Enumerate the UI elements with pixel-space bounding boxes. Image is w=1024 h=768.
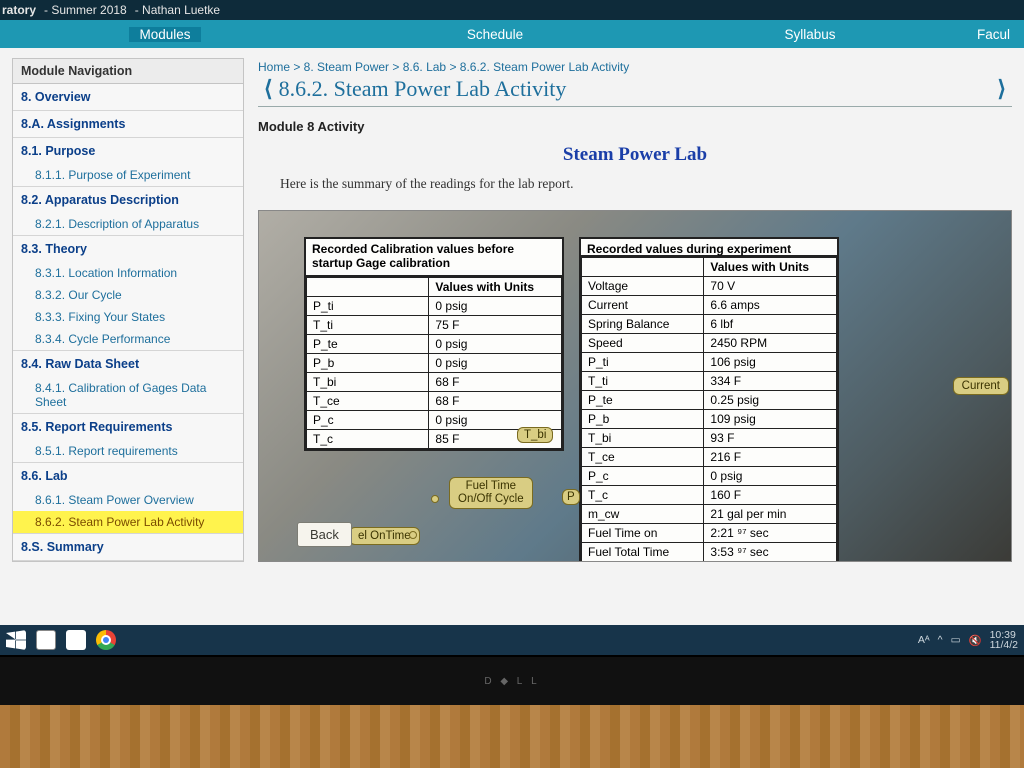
table-row: T_ti75 F [307,316,562,335]
callout-fuel-time[interactable]: Fuel Time On/Off Cycle [449,477,533,509]
sidebar-section[interactable]: 8.S. Summary [13,534,243,560]
sidebar-item[interactable]: 8.5.1. Report requirements [13,440,243,462]
chrome-icon[interactable] [96,630,116,650]
page-header: ⟨ 8.6.2. Steam Power Lab Activity ⟩ [258,76,1012,107]
sidebar-item[interactable]: 8.4.1. Calibration of Gages Data Sheet [13,377,243,413]
table-row: Voltage70 V [582,277,837,296]
table-row: P_c0 psig [582,467,837,486]
taskbar-tray[interactable]: Aᴬ ^ ▭ 🔇 10:39 11/4/2 [918,630,1018,651]
table-row: T_c160 F [582,486,837,505]
sidebar-item[interactable]: 8.3.3. Fixing Your States [13,306,243,328]
experiment-table: Values with UnitsVoltage70 VCurrent6.6 a… [581,257,837,562]
table-row: Fuel Total Time3:53 ⁹⁷ sec [582,543,837,562]
sidebar-section[interactable]: 8.3. Theory [13,236,243,262]
callout-current[interactable]: Current [953,377,1009,395]
table-row: P_b0 psig [307,354,562,373]
intro-text: Here is the summary of the readings for … [280,176,1012,192]
sidebar-section[interactable]: 8.A. Assignments [13,111,243,137]
table-row: P_te0.25 psig [582,391,837,410]
table-row: P_te0 psig [307,335,562,354]
breadcrumb[interactable]: Home > 8. Steam Power > 8.6. Lab > 8.6.2… [258,58,1012,76]
calibration-table: Values with UnitsP_ti0 psigT_ti75 FP_te0… [306,277,562,449]
media-icon[interactable] [66,630,86,650]
module-activity-label: Module 8 Activity [258,119,1012,134]
tray-accessibility-icon[interactable]: Aᴬ [918,634,930,646]
table-row: T_ce216 F [582,448,837,467]
experiment-table-title: Recorded values during experiment [581,239,837,257]
tray-volume-icon[interactable]: 🔇 [969,634,982,647]
nav-syllabus[interactable]: Syllabus [774,27,845,42]
desk-surface [0,705,1024,768]
table-row: T_bi93 F [582,429,837,448]
content-area: Module Navigation 8. Overview8.A. Assign… [0,48,1024,625]
monitor-bezel: D ◆ L L [0,655,1024,705]
next-page-chevron-icon[interactable]: ⟩ [991,76,1012,102]
store-icon[interactable] [36,630,56,650]
callout-dot-icon [409,531,417,539]
module-navigation-sidebar: Module Navigation 8. Overview8.A. Assign… [12,58,244,562]
interactive-stage: Recorded Calibration values before start… [258,210,1012,562]
table-row: P_ti106 psig [582,353,837,372]
top-nav: Modules Schedule Syllabus Facul [0,20,1024,48]
table-row: Fuel Time on2:21 ⁹⁷ sec [582,524,837,543]
callout-p[interactable]: P [562,489,580,505]
callout-dot-icon [431,495,439,503]
table-row: T_bi68 F [307,373,562,392]
sidebar-item[interactable]: 8.3.2. Our Cycle [13,284,243,306]
user-name: - Nathan Luetke [135,3,220,17]
windows-taskbar: Aᴬ ^ ▭ 🔇 10:39 11/4/2 [0,625,1024,655]
tray-chevron-up-icon[interactable]: ^ [938,634,943,646]
table-row: m_cw21 gal per min [582,505,837,524]
nav-schedule[interactable]: Schedule [457,27,533,42]
term-label: - Summer 2018 [44,3,127,17]
table-row: Current6.6 amps [582,296,837,315]
sidebar-item[interactable]: 8.6.1. Steam Power Overview [13,489,243,511]
sidebar-section[interactable]: 8.1. Purpose [13,138,243,164]
sidebar-section[interactable]: 8. Overview [13,84,243,110]
sidebar-item[interactable]: 8.6.2. Steam Power Lab Activity [13,511,243,533]
table-row: Spring Balance6 lbf [582,315,837,334]
start-menu-icon[interactable] [6,630,26,650]
table-row: P_b109 psig [582,410,837,429]
tray-display-icon[interactable]: ▭ [951,634,961,646]
sidebar-section[interactable]: 8.2. Apparatus Description [13,187,243,213]
experiment-table-panel: Recorded values during experiment Values… [579,237,839,562]
back-button[interactable]: Back [297,522,352,547]
table-row: T_ce68 F [307,392,562,411]
calibration-table-panel: Recorded Calibration values before start… [304,237,564,451]
table-row: Speed2450 RPM [582,334,837,353]
sidebar-item[interactable]: 8.3.1. Location Information [13,262,243,284]
sidebar-title: Module Navigation [13,59,243,84]
app-name-fragment: ratory [2,3,36,17]
callout-t-bi[interactable]: T_bi [517,427,553,443]
nav-modules[interactable]: Modules [129,27,200,42]
sidebar-section[interactable]: 8.5. Report Requirements [13,414,243,440]
table-row: T_ti334 F [582,372,837,391]
main-column: Home > 8. Steam Power > 8.6. Lab > 8.6.2… [258,58,1012,625]
sidebar-item[interactable]: 8.3.4. Cycle Performance [13,328,243,350]
table-row: Steam Time0:09 ³⁹ sec [582,562,837,563]
sidebar-section[interactable]: 8.4. Raw Data Sheet [13,351,243,377]
table-row: P_ti0 psig [307,297,562,316]
page-title: 8.6.2. Steam Power Lab Activity [279,76,992,102]
nav-faculty[interactable]: Facul [967,27,1020,42]
window-titlebar: ratory - Summer 2018 - Nathan Luetke [0,0,1024,20]
sidebar-section[interactable]: 8.6. Lab [13,463,243,489]
sidebar-item[interactable]: 8.2.1. Description of Apparatus [13,213,243,235]
calibration-table-title: Recorded Calibration values before start… [306,239,562,277]
lab-title: Steam Power Lab [258,144,1012,166]
prev-page-chevron-icon[interactable]: ⟨ [258,76,279,102]
sidebar-item[interactable]: 8.1.1. Purpose of Experiment [13,164,243,186]
taskbar-date[interactable]: 11/4/2 [990,639,1018,651]
